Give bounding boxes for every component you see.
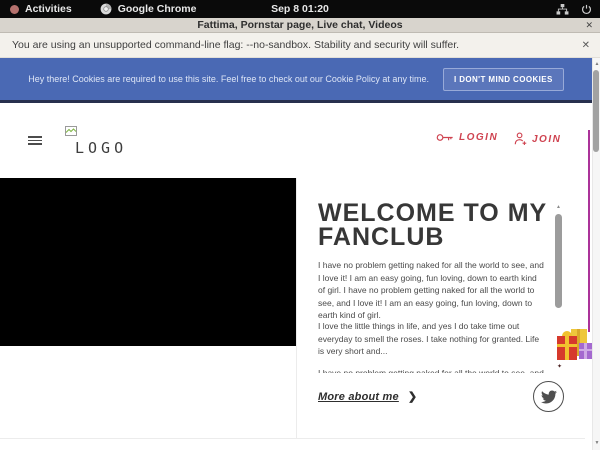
site-logo[interactable]: LOGO <box>65 123 127 157</box>
key-icon <box>436 132 454 143</box>
power-icon[interactable] <box>581 4 592 15</box>
section-divider <box>0 438 585 439</box>
about-paragraph-2: I love the little things in life, and ye… <box>318 320 546 358</box>
screen: Activities Google Chrome Sep 8 01:20 <box>0 0 600 450</box>
inner-scroll-up-icon[interactable]: ▲ <box>556 204 561 210</box>
more-about-me-label: More about me <box>318 391 399 403</box>
broken-image-icon <box>65 126 77 136</box>
twitter-bird-icon <box>541 389 557 405</box>
browser-scrollbar-thumb[interactable] <box>593 70 599 152</box>
window-close-button[interactable]: ✕ <box>585 18 593 33</box>
gift-ribbon-line <box>588 130 590 332</box>
window-title-bar[interactable]: Fattima, Pornstar page, Live chat, Video… <box>0 18 600 33</box>
clock[interactable]: Sep 8 01:20 <box>0 3 600 15</box>
network-tree-icon[interactable] <box>556 4 569 15</box>
window-title: Fattima, Pornstar page, Live chat, Video… <box>197 19 402 31</box>
desktop-top-bar: Activities Google Chrome Sep 8 01:20 <box>0 0 600 18</box>
person-add-icon <box>514 132 527 146</box>
login-button[interactable]: LOGIN <box>436 132 498 143</box>
join-label: JOIN <box>532 134 561 145</box>
chevron-right-icon: ❯ <box>408 390 417 403</box>
scroll-down-icon[interactable]: ▼ <box>593 440 600 446</box>
inner-scrollbar-thumb[interactable] <box>555 214 562 308</box>
login-label: LOGIN <box>459 132 498 143</box>
column-divider <box>296 178 297 438</box>
chrome-flag-infobar: You are using an unsupported command-lin… <box>0 33 600 58</box>
gifts-widget[interactable]: ✦ <box>556 316 594 370</box>
banner-bottom-border <box>0 100 592 103</box>
scroll-up-icon[interactable]: ▲ <box>593 61 600 67</box>
gift-box-purple-icon <box>579 343 592 359</box>
join-button[interactable]: JOIN <box>514 132 561 146</box>
more-about-me-link[interactable]: More about me ❯ <box>318 390 417 403</box>
twitter-link[interactable] <box>533 381 564 412</box>
gift-box-red-icon <box>557 336 577 360</box>
cookie-message: Hey there! Cookies are required to use t… <box>28 74 429 84</box>
flag-warning-text: You are using an unsupported command-lin… <box>12 39 459 51</box>
accept-cookies-button[interactable]: I DON'T MIND COOKIES <box>443 68 564 91</box>
about-paragraph-1: I have no problem getting naked for all … <box>318 259 546 322</box>
menu-hamburger-button[interactable] <box>28 136 42 145</box>
about-paragraph-3-clipped: I have no problem getting naked for all … <box>318 367 546 373</box>
fanclub-heading: WELCOME TO MY FANCLUB <box>318 201 563 249</box>
cookie-banner: Hey there! Cookies are required to use t… <box>0 58 592 100</box>
sparkle-icon: ✦ <box>557 363 562 370</box>
hero-video-placeholder[interactable] <box>0 178 296 346</box>
infobar-close-button[interactable]: ✕ <box>582 40 590 51</box>
logo-text: LOGO <box>75 139 127 157</box>
